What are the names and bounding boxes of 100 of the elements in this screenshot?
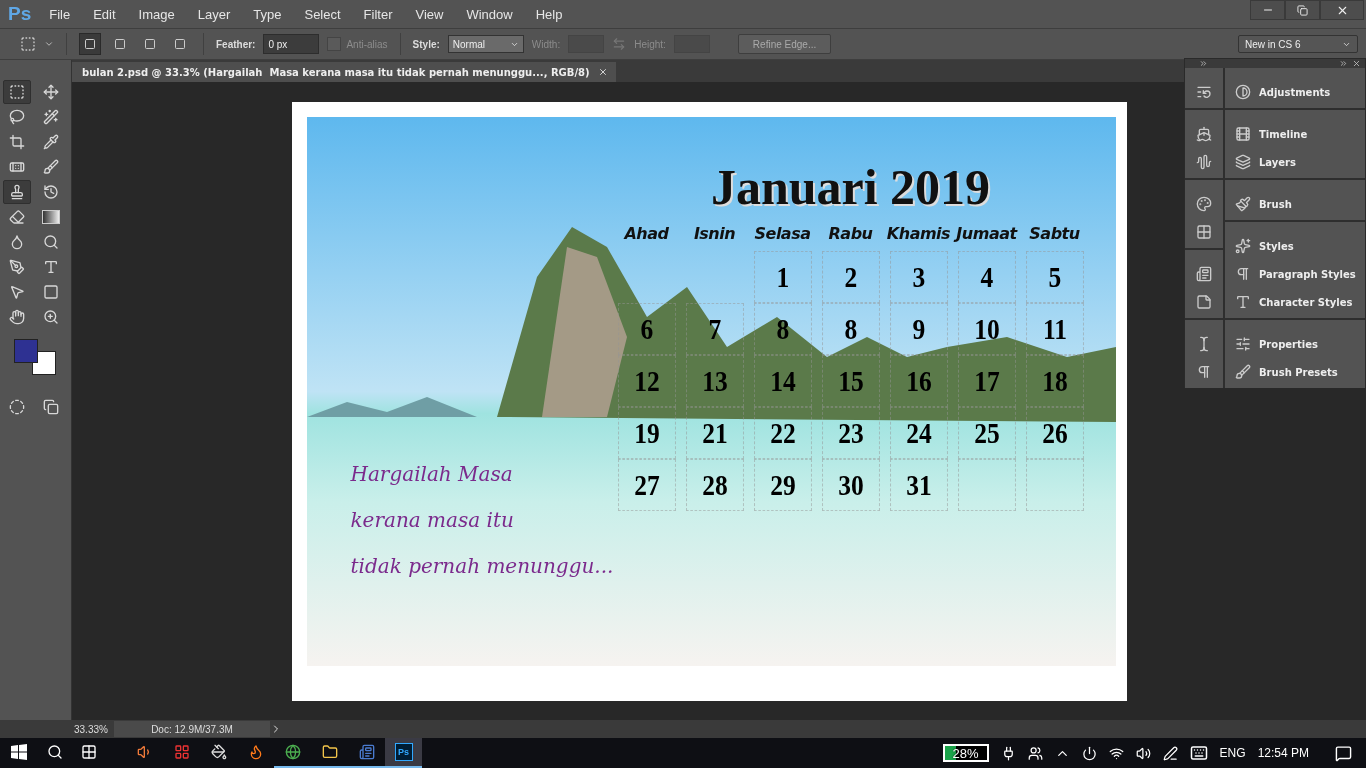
- history-icon[interactable]: [1196, 84, 1212, 100]
- anti-alias-label: Anti-alias: [346, 38, 388, 50]
- selection-mode-button[interactable]: [79, 33, 101, 55]
- type-icon: [42, 259, 59, 275]
- brush-icon: [42, 159, 59, 175]
- square-icon: [114, 38, 126, 50]
- shape-icon: [42, 284, 59, 300]
- paint-icon: [210, 744, 227, 760]
- marquee-icon: [8, 84, 25, 100]
- marquee-icon[interactable]: [20, 36, 36, 52]
- weekday-heading: Jumaat: [952, 216, 1021, 251]
- note-icon[interactable]: [1196, 294, 1212, 310]
- document-icon[interactable]: [1196, 266, 1212, 282]
- app-logo: Ps: [8, 3, 32, 25]
- gradient-icon: [41, 210, 60, 224]
- weekday-heading: Selasa: [753, 222, 812, 245]
- panel-item[interactable]: Paragraph Styles: [1225, 260, 1365, 288]
- close-button[interactable]: [1320, 0, 1364, 20]
- move-icon: [42, 84, 59, 100]
- collapse-icon[interactable]: [1199, 59, 1208, 68]
- caret-icon[interactable]: [44, 39, 54, 49]
- close-icon: [597, 67, 608, 77]
- weekday-heading: Isnin: [692, 222, 737, 245]
- tool-button[interactable]: [2, 80, 31, 104]
- pen-icon[interactable]: [1162, 745, 1178, 761]
- presets-icon: [1235, 364, 1251, 380]
- feather-field[interactable]: 0 px: [263, 34, 320, 54]
- crop-icon: [8, 134, 25, 150]
- properties-icon: [1235, 336, 1251, 352]
- adjustments-icon: [1235, 84, 1251, 100]
- calendar-title: Januari 2019: [710, 157, 991, 217]
- panel-item[interactable]: Brush Presets: [1225, 358, 1365, 386]
- menu-item[interactable]: Select: [304, 6, 341, 22]
- menu-item[interactable]: Layer: [197, 6, 231, 22]
- wifi-icon[interactable]: [1108, 745, 1124, 761]
- timeline-icon: [1235, 126, 1251, 142]
- character-icon: [1235, 294, 1251, 310]
- stamp-icon: [8, 184, 25, 200]
- menu-item[interactable]: Filter: [363, 6, 393, 22]
- square-icon: [174, 38, 186, 50]
- pilcrow-icon[interactable]: [1196, 364, 1212, 380]
- people-icon[interactable]: [1027, 745, 1043, 761]
- menu-item[interactable]: Window: [466, 6, 513, 22]
- restore-icon: [1297, 4, 1308, 16]
- feather-label: Feather:: [216, 38, 256, 50]
- square-icon: [84, 38, 96, 50]
- panel-item[interactable]: Properties: [1225, 330, 1365, 358]
- eraser-icon: [8, 209, 25, 225]
- menu-item[interactable]: File: [49, 6, 71, 22]
- document-size: Doc: 12.9M/37.3M: [114, 721, 270, 737]
- style-select[interactable]: Normal: [447, 35, 524, 53]
- tool-button[interactable]: [2, 180, 31, 204]
- quickselect-icon: [42, 109, 59, 125]
- notification-icon[interactable]: [1335, 744, 1352, 762]
- windows-logo: [11, 744, 27, 760]
- menu-item[interactable]: Edit: [93, 6, 116, 22]
- weekday-heading: Khamis: [885, 222, 952, 245]
- document-tab[interactable]: bulan 2.psd @ 33.3% (Hargailah Masa kerana masa itu tidak pernah menunggu..., RGB/8): [72, 62, 616, 82]
- zoom-level[interactable]: 33.33%: [74, 723, 114, 735]
- panel-item[interactable]: Styles: [1225, 232, 1365, 260]
- panel-item[interactable]: Character Styles: [1225, 288, 1365, 316]
- weekday-heading: Sabtu: [1028, 222, 1081, 245]
- search-icon: [47, 744, 63, 760]
- panel-item[interactable]: Timeline: [1225, 120, 1365, 148]
- menu-item[interactable]: View: [415, 6, 444, 22]
- dashed-circle-icon: [8, 399, 25, 415]
- menu-item[interactable]: Image: [138, 6, 175, 22]
- power-icon[interactable]: [1081, 745, 1097, 761]
- taskbar-app[interactable]: Ps: [385, 738, 422, 768]
- screen-mode-icon: [42, 399, 59, 415]
- panel-item[interactable]: Layers: [1225, 148, 1365, 176]
- layers-icon: [1235, 154, 1251, 170]
- lasso-icon: [8, 109, 25, 125]
- workspace-select[interactable]: New in CS 6: [1238, 35, 1358, 53]
- task-view-icon: [81, 744, 97, 760]
- volume-icon[interactable]: [1135, 745, 1151, 761]
- collapse-icon[interactable]: [1339, 59, 1348, 68]
- quote-line: Hargailah Masa: [350, 461, 514, 486]
- weekday-heading: Rabu: [827, 222, 874, 245]
- language-indicator[interactable]: ENG: [1219, 746, 1246, 760]
- square-icon: [144, 38, 156, 50]
- height-label: Height:: [634, 38, 666, 50]
- workspace-value: New in CS 6: [1245, 38, 1301, 50]
- grid-icon[interactable]: [1196, 224, 1212, 240]
- width-label: Width:: [531, 38, 561, 50]
- pen-icon: [8, 259, 25, 275]
- close-icon[interactable]: [1352, 59, 1361, 68]
- clock[interactable]: 12:54 PM: [1257, 746, 1309, 760]
- zoom-icon: [42, 309, 59, 325]
- menu-item[interactable]: Help: [535, 6, 563, 22]
- keyboard-icon[interactable]: [1189, 744, 1208, 762]
- brush-icon: [1235, 196, 1251, 212]
- weekday-heading: Ahad: [622, 222, 670, 245]
- palette-icon[interactable]: [1196, 196, 1212, 212]
- dodge-icon: [42, 234, 59, 250]
- path-icon: [8, 284, 25, 300]
- menu-item[interactable]: Type: [253, 6, 282, 22]
- restore-button[interactable]: [1285, 0, 1320, 20]
- folder-icon: [321, 744, 338, 760]
- minimize-button[interactable]: [1250, 0, 1285, 20]
